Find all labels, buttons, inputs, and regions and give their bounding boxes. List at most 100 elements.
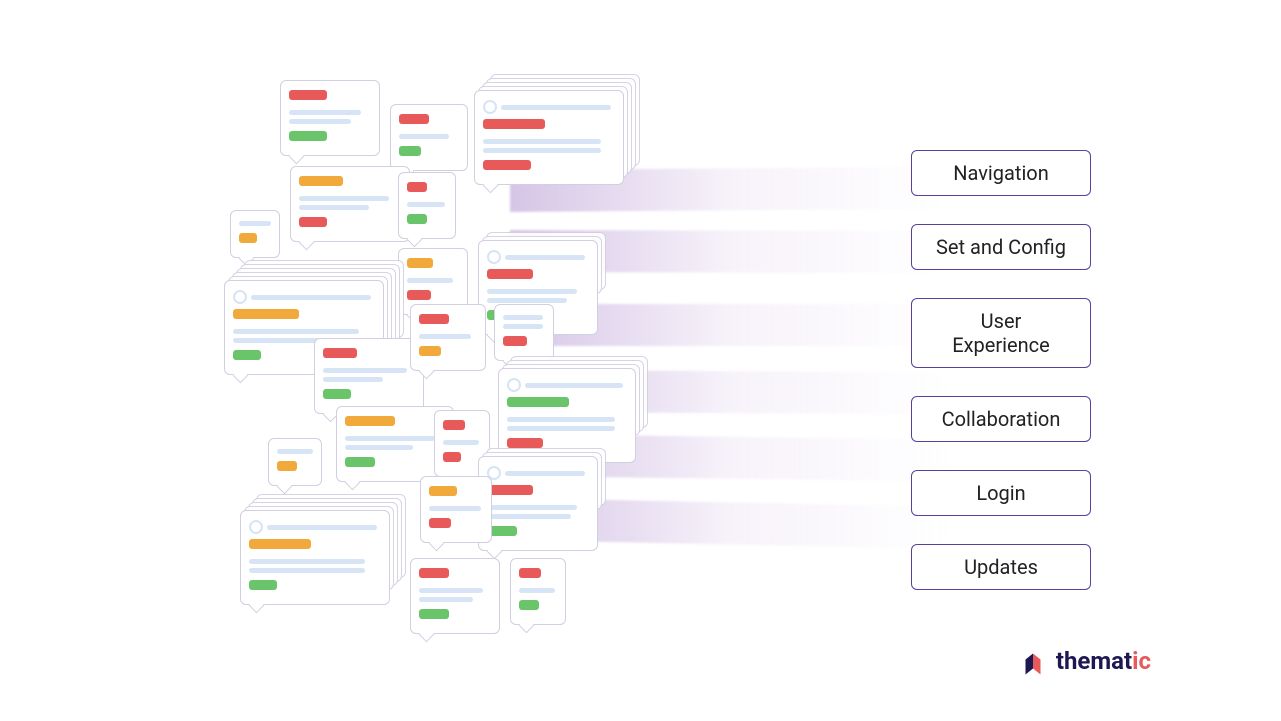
text-line (483, 148, 601, 153)
highlight-chip (239, 233, 257, 243)
feedback-card (398, 172, 456, 239)
feedback-card (230, 210, 280, 258)
theme-updates: Updates (911, 544, 1091, 590)
text-line (323, 377, 383, 382)
text-line (345, 445, 413, 450)
text-line (419, 588, 483, 593)
text-line (519, 588, 555, 593)
highlight-chip (443, 420, 465, 430)
highlight-chip (429, 518, 451, 528)
highlight-chip (429, 486, 457, 496)
highlight-chip (483, 160, 531, 170)
brand-mark-icon (1018, 646, 1048, 676)
text-line (507, 426, 615, 431)
feedback-card (510, 558, 566, 625)
highlight-chip (345, 457, 375, 467)
text-line (239, 221, 271, 226)
text-line (289, 110, 361, 115)
avatar-icon (483, 100, 497, 114)
text-line (399, 134, 449, 139)
text-line (487, 289, 577, 294)
text-line (323, 368, 407, 373)
highlight-chip (487, 269, 533, 279)
highlight-chip (487, 485, 533, 495)
feedback-card (314, 338, 424, 414)
highlight-chip (249, 580, 277, 590)
feedback-card (474, 90, 624, 185)
feedback-card (420, 476, 492, 543)
highlight-chip (323, 389, 351, 399)
text-line (483, 139, 601, 144)
highlight-chip (407, 290, 431, 300)
highlight-chip (399, 114, 429, 124)
text-line (249, 568, 365, 573)
text-line (299, 205, 369, 210)
highlight-chip (399, 146, 421, 156)
highlight-chip (299, 176, 343, 186)
highlight-chip (419, 568, 449, 578)
text-line (345, 436, 435, 441)
highlight-chip (299, 217, 327, 227)
highlight-chip (407, 214, 427, 224)
highlight-chip (519, 568, 541, 578)
highlight-chip (233, 309, 299, 319)
highlight-chip (419, 346, 441, 356)
feedback-card (290, 166, 410, 242)
highlight-chip (419, 609, 449, 619)
text-line (419, 597, 473, 602)
feedback-card (478, 456, 598, 551)
text-line (429, 506, 481, 511)
text-line (507, 417, 615, 422)
highlight-chip (277, 461, 297, 471)
theme-set-and-config: Set and Config (911, 224, 1091, 270)
feedback-card (410, 558, 500, 634)
avatar-icon (487, 250, 501, 264)
text-line (407, 202, 445, 207)
text-line (419, 334, 471, 339)
avatar-icon (507, 378, 521, 392)
text-line (487, 505, 577, 510)
highlight-chip (419, 314, 449, 324)
highlight-chip (323, 348, 357, 358)
highlight-chip (507, 438, 543, 448)
highlight-chip (407, 182, 427, 192)
highlight-chip (233, 350, 261, 360)
avatar-icon (233, 290, 247, 304)
feedback-card (268, 438, 322, 486)
highlight-chip (483, 119, 545, 129)
highlight-chip (289, 90, 327, 100)
text-line (407, 278, 453, 283)
brand-name: thematic (1056, 647, 1151, 675)
theme-categories: Navigation Set and Config User Experience C… (911, 150, 1091, 590)
feedback-card (280, 80, 380, 156)
theme-navigation: Navigation (911, 150, 1091, 196)
avatar-icon (249, 520, 263, 534)
feedback-card (240, 510, 390, 605)
highlight-chip (443, 452, 461, 462)
highlight-chip (503, 336, 527, 346)
theme-login: Login (911, 470, 1091, 516)
text-line (487, 514, 571, 519)
highlight-chip (519, 600, 539, 610)
highlight-chip (345, 416, 395, 426)
text-line (277, 449, 313, 454)
highlight-chip (407, 258, 433, 268)
text-line (299, 196, 389, 201)
text-line (289, 119, 351, 124)
feedback-cluster (210, 80, 670, 680)
highlight-chip (249, 539, 311, 549)
text-line (503, 324, 543, 329)
feedback-card (390, 104, 468, 171)
text-line (503, 315, 543, 320)
text-line (443, 440, 479, 445)
brand-logo: thematic (1018, 646, 1151, 676)
text-line (233, 329, 359, 334)
feedback-card (494, 304, 554, 361)
text-line (249, 559, 365, 564)
highlight-chip (289, 131, 327, 141)
theme-user-experience: User Experience (911, 298, 1091, 368)
feedback-card (410, 304, 486, 371)
theme-collaboration: Collaboration (911, 396, 1091, 442)
text-line (487, 298, 567, 303)
highlight-chip (507, 397, 569, 407)
